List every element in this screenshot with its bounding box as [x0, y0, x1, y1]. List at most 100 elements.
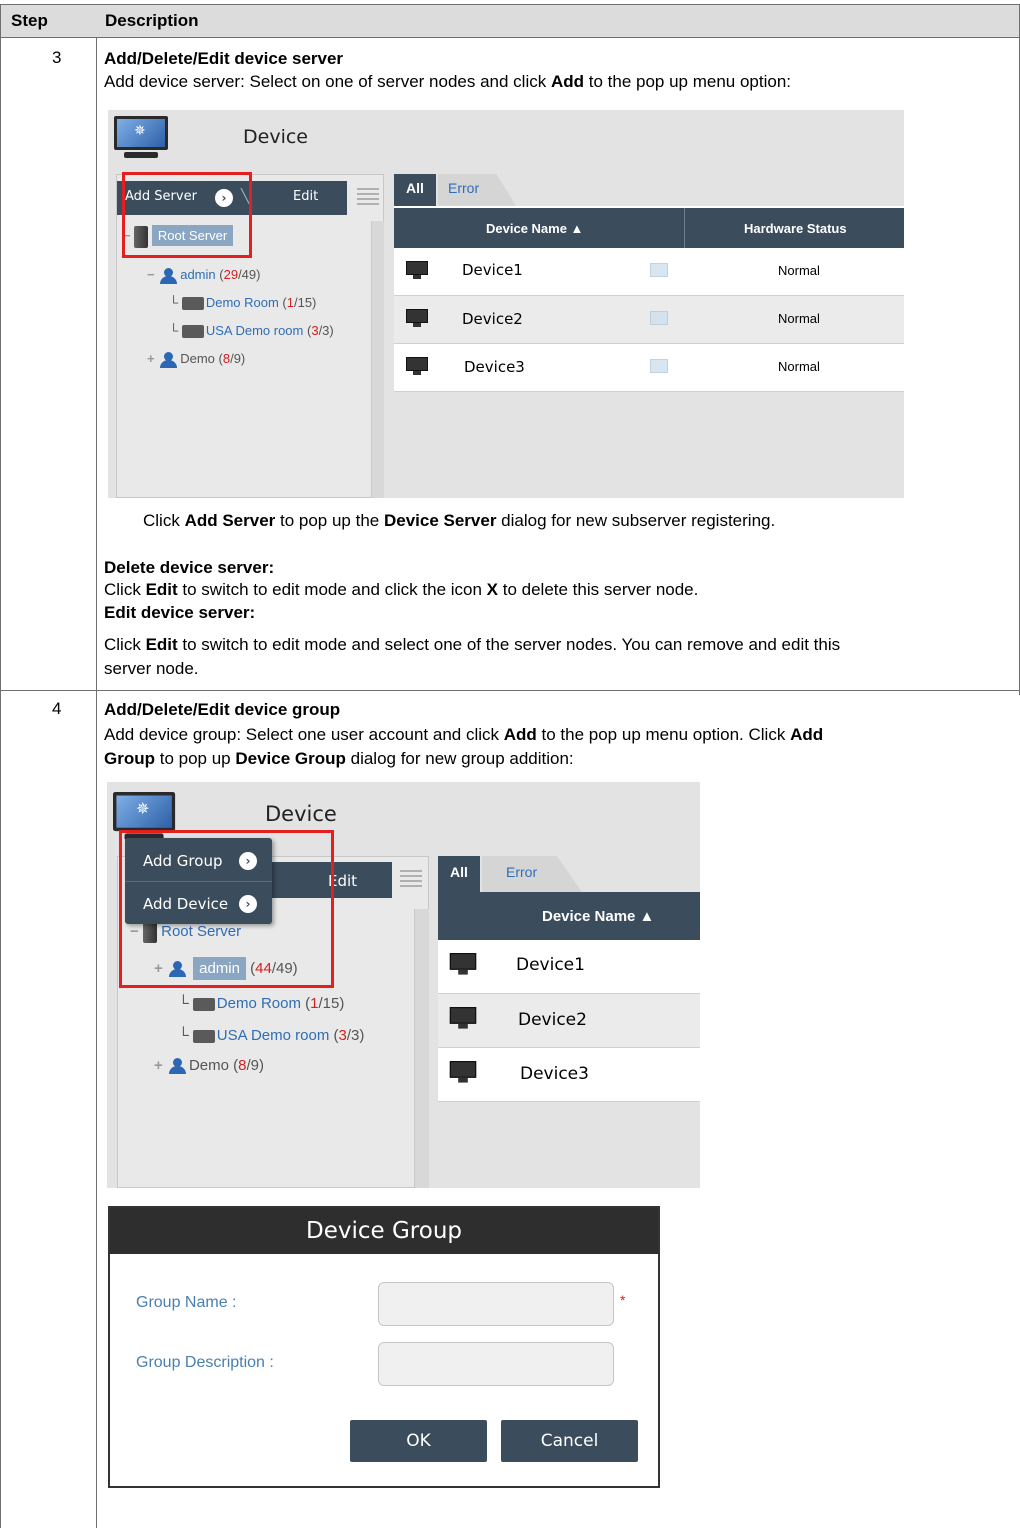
device-list-pane: All Error Device Name ▲ Device1 Device2 … — [438, 856, 700, 1188]
count-open: ( — [329, 1027, 339, 1044]
count-total: /3) — [318, 323, 334, 338]
group-name-label: Group Name : — [136, 1294, 237, 1311]
monitor-icon — [114, 116, 168, 160]
edit-button[interactable]: Edit — [293, 189, 318, 204]
count-total: /9) — [246, 1057, 264, 1074]
desktop-icon — [449, 1061, 477, 1085]
hardware-status: Normal — [778, 311, 820, 326]
count-open: ( — [301, 995, 311, 1012]
device-list-pane: All Error Device Name ▲ Hardware Status … — [394, 174, 904, 498]
list-icon[interactable] — [357, 185, 379, 207]
device-name: Device3 — [520, 1064, 589, 1084]
device-page-title: Device — [243, 126, 308, 148]
tree-node-usa-demo-room[interactable]: └ USA Demo room (3/3) — [169, 323, 334, 339]
count-online: 1 — [310, 995, 319, 1012]
tab-all[interactable]: All — [438, 856, 480, 892]
count-open: ( — [214, 351, 223, 366]
empty-area — [394, 392, 904, 498]
screen-preview-icon — [650, 359, 668, 373]
table-row[interactable]: Device2 — [438, 994, 700, 1048]
list-icon[interactable] — [400, 867, 422, 889]
desktop-icon — [449, 953, 477, 977]
folder-icon — [181, 325, 204, 339]
step3-caption: Click Add Server to pop up the Device Se… — [143, 511, 776, 530]
count-open: ( — [278, 295, 287, 310]
desktop-icon — [406, 261, 428, 281]
required-mark: * — [620, 1292, 626, 1308]
table-row[interactable]: Device2 Normal — [394, 296, 904, 344]
folder-icon — [192, 1029, 215, 1043]
device-name: Device1 — [516, 955, 585, 975]
group-description-label: Group Description : — [136, 1354, 274, 1371]
tab-bar: All Error — [394, 174, 904, 206]
count-online: 1 — [286, 295, 294, 310]
admin-label: admin — [180, 267, 216, 282]
count-total: /3) — [346, 1027, 365, 1044]
device-table-header: Device Name ▲ — [438, 892, 700, 940]
step4-intro-cont: Group to pop up Device Group dialog for … — [104, 749, 574, 768]
tab-bar: All Error — [438, 856, 700, 892]
step-number-3: 3 — [52, 48, 62, 67]
table-row[interactable]: Device3 Normal — [394, 344, 904, 392]
step4-intro: Add device group: Select one user accoun… — [104, 725, 824, 744]
usa-room-label: USA Demo room — [216, 1027, 330, 1044]
header-description: Description — [105, 11, 199, 30]
collapse-icon[interactable]: − — [147, 267, 155, 282]
edit-server-text: Click Edit to switch to edit mode and se… — [104, 635, 841, 654]
tree-node-demo-room[interactable]: └ Demo Room (1/15) — [178, 995, 344, 1012]
row-divider — [0, 690, 1020, 691]
tree-scrollbar[interactable] — [371, 221, 384, 498]
hardware-status: Normal — [778, 263, 820, 278]
highlight-box — [122, 172, 252, 258]
table-row[interactable]: Device3 — [438, 1048, 700, 1102]
step-number-4: 4 — [52, 699, 62, 718]
folder-icon — [192, 997, 215, 1011]
cancel-button[interactable]: Cancel — [501, 1420, 638, 1462]
device-group-screenshot: Device Edit − Root Server + admin (44/49… — [107, 782, 700, 1188]
device-server-screenshot: Device Add Server › ╲ Edit − Root Server… — [108, 110, 904, 498]
count-online: 3 — [311, 323, 319, 338]
table-row[interactable]: Device1 — [438, 940, 700, 994]
device-table-header: Device Name ▲ Hardware Status — [394, 208, 904, 248]
tab-all[interactable]: All — [394, 174, 436, 206]
tree-node-demo[interactable]: + Demo (8/9) — [154, 1057, 264, 1075]
edit-server-text-cont: server node. — [104, 659, 199, 678]
column-hardware-status[interactable]: Hardware Status — [744, 221, 847, 236]
tree-node-usa-demo-room[interactable]: └ USA Demo room (3/3) — [178, 1027, 364, 1044]
screen-preview-icon — [650, 263, 668, 277]
table-row[interactable]: Device1 Normal — [394, 248, 904, 296]
table-border-left — [0, 4, 1, 1528]
expand-icon[interactable]: + — [154, 1057, 163, 1074]
header-step: Step — [11, 11, 48, 30]
device-name: Device1 — [462, 261, 523, 279]
count-online: 29 — [223, 267, 239, 282]
user-icon — [158, 351, 180, 368]
tree-node-admin[interactable]: − admin (29/49) — [147, 267, 260, 284]
column-device-name[interactable]: Device Name ▲ — [542, 908, 654, 925]
count-total: /15) — [318, 995, 345, 1012]
tab-error[interactable]: Error — [482, 856, 582, 892]
user-icon — [167, 1058, 189, 1075]
group-description-input[interactable] — [378, 1342, 614, 1386]
demo-label: Demo — [188, 1057, 229, 1074]
delete-server-heading: Delete device server: — [104, 558, 275, 577]
expand-icon[interactable]: + — [147, 351, 155, 366]
delete-server-text: Click Edit to switch to edit mode and cl… — [104, 580, 699, 599]
count-total: /49) — [238, 267, 261, 282]
tree-scrollbar[interactable] — [414, 909, 429, 1188]
tab-error[interactable]: Error — [438, 174, 516, 206]
highlight-box — [119, 830, 334, 988]
count-online: 3 — [338, 1027, 347, 1044]
column-device-name[interactable]: Device Name ▲ — [486, 221, 583, 236]
tree-node-demo[interactable]: + Demo (8/9) — [147, 351, 245, 368]
count-online: 8 — [222, 351, 231, 366]
table-header: Step Description — [0, 4, 1020, 38]
edit-server-heading: Edit device server: — [104, 603, 256, 622]
device-page-title: Device — [265, 802, 337, 826]
demo-room-label: Demo Room — [216, 995, 301, 1012]
ok-button[interactable]: OK — [350, 1420, 487, 1462]
group-name-input[interactable] — [378, 1282, 614, 1326]
desktop-icon — [406, 309, 428, 329]
tree-node-demo-room[interactable]: └ Demo Room (1/15) — [169, 295, 316, 311]
hardware-status: Normal — [778, 359, 820, 374]
